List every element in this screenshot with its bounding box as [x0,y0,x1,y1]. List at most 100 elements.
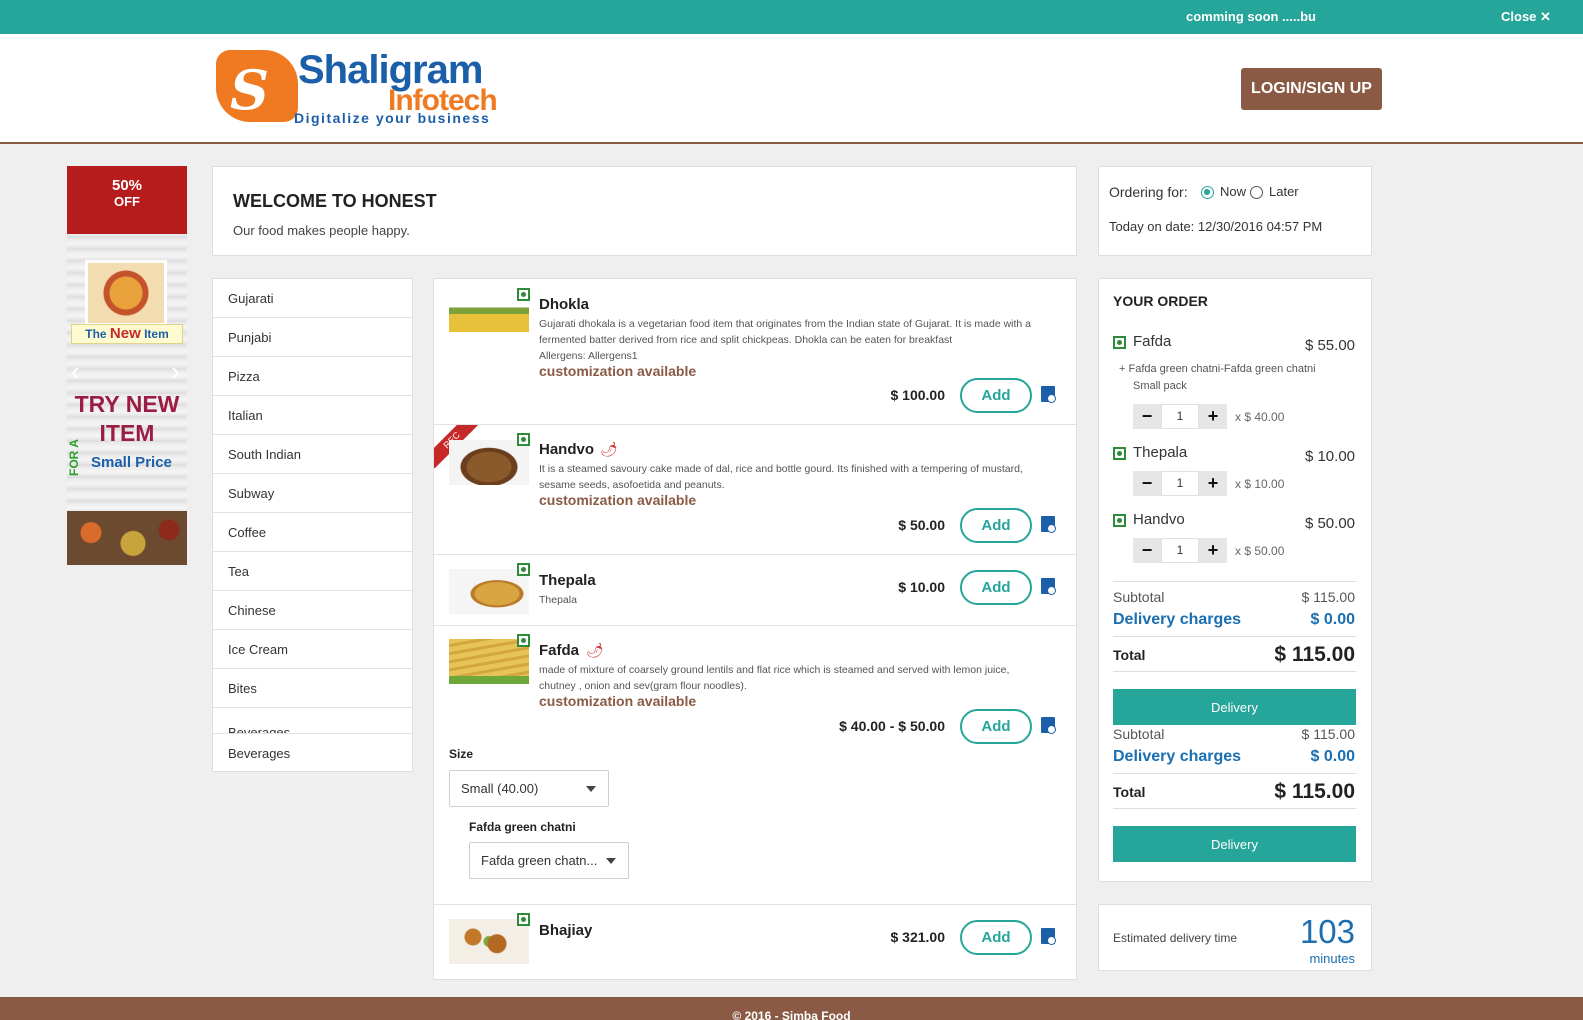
item-name: Dhokla [539,296,590,313]
decrease-quantity-button[interactable]: − [1133,404,1161,429]
item-allergens: Allergens: Allergens1 [539,350,638,362]
quantity-field[interactable]: 1 [1161,471,1199,496]
discount-ribbon: 50% OFF [67,166,187,234]
category-item[interactable]: Pizza [213,357,412,396]
item-description: made of mixture of coarsely ground lenti… [539,664,1010,692]
now-radio[interactable] [1201,186,1214,199]
food-bowls-image [67,511,187,565]
site-header: S Shaligram Infotech Digitalize your bus… [0,34,1583,144]
order-item-note: + Fafda green chatni-Fafda green chatni [1119,363,1316,375]
category-item[interactable]: Bites [213,669,412,708]
divider [1113,773,1356,774]
add-button[interactable]: Add [960,920,1032,955]
logo-tagline: Digitalize your business [294,110,491,126]
estimated-delivery-unit: minutes [1309,951,1355,966]
chatni-label: Fafda green chatni [469,820,576,834]
customization-note: customization available [539,363,697,379]
delivery-charges-value: $ 0.00 [1310,748,1355,765]
item-name: Fafda [539,642,580,659]
menu-item: Thepala Thepala $ 10.00 Add [434,555,1076,626]
add-button[interactable]: Add [960,508,1032,543]
category-item[interactable]: Coffee [213,513,412,552]
item-price: $ 10.00 [898,579,945,595]
menu-item: REC Handvo 🌶 It is a steamed savoury cak… [434,425,1076,555]
item-description: It is a steamed savoury cake made of dal… [539,463,1023,491]
restaurant-subtitle: Our food makes people happy. [233,223,410,238]
category-item[interactable]: Italian [213,396,412,435]
add-button[interactable]: Add [960,570,1032,605]
chevron-left-icon[interactable]: ‹ [71,356,80,387]
order-item-name: Thepala [1133,444,1188,461]
chevron-down-icon [606,858,616,864]
category-item[interactable]: Beverages [213,708,412,734]
increase-quantity-button[interactable]: + [1199,471,1227,496]
category-item[interactable]: South Indian [213,435,412,474]
add-button[interactable]: Add [960,378,1032,413]
order-item-price: $ 10.00 [1304,448,1355,465]
restaurant-title: WELCOME TO HONEST [233,191,437,211]
unit-price: x $ 50.00 [1235,544,1285,558]
order-date: Today on date: 12/30/2016 04:57 PM [1109,219,1323,234]
increase-quantity-button[interactable]: + [1199,538,1227,563]
unit-price: x $ 10.00 [1235,477,1285,491]
category-item[interactable]: Subway [213,474,412,513]
for-a-label: FOR A [67,439,81,477]
spicy-chili-icon: 🌶 [586,642,604,658]
promo-banner[interactable]: 50% OFF The New Item ‹ › TRY NEW ITEM FO… [67,166,187,565]
customization-note: customization available [539,693,697,709]
discount-off: OFF [114,194,140,209]
item-details-icon[interactable] [1041,578,1056,595]
divider [1113,671,1356,672]
total-label: Total [1113,647,1146,663]
size-select[interactable]: Small (40.00) [449,770,609,807]
menu-list: Dhokla Gujarati dhokala is a vegetarian … [433,278,1077,980]
delivery-charges-label: Delivery charges [1113,611,1242,628]
login-signup-button[interactable]: LOGIN/SIGN UP [1241,68,1382,110]
brand-logo[interactable]: S Shaligram Infotech Digitalize your bus… [216,48,506,128]
category-item[interactable]: Chinese [213,591,412,630]
category-item[interactable]: Beverages [213,734,412,773]
item-details-icon[interactable] [1041,516,1056,533]
category-item[interactable]: Punjabi [213,318,412,357]
decrease-quantity-button[interactable]: − [1133,471,1161,496]
close-announcement-button[interactable]: Close ✕ [1501,9,1551,25]
delivery-button[interactable]: Delivery [1113,826,1356,862]
chatni-select[interactable]: Fafda green chatn... [469,842,629,879]
divider [1113,636,1356,637]
veg-indicator-icon [1113,336,1126,349]
announcement-bar: comming soon .....bu Close ✕ [0,0,1583,34]
logo-mark-icon: S [216,50,298,122]
veg-indicator-icon [517,433,530,446]
chevron-right-icon[interactable]: › [171,356,180,387]
category-item[interactable]: Gujarati [213,279,412,318]
quantity-field[interactable]: 1 [1161,538,1199,563]
item-details-icon[interactable] [1041,928,1056,945]
order-item-size: Small pack [1133,380,1187,392]
customization-note: customization available [539,492,697,508]
item-price: $ 50.00 [898,517,945,533]
food-platter-image [85,260,167,326]
delivery-button[interactable]: Delivery [1113,689,1356,725]
category-item[interactable]: Tea [213,552,412,591]
item-details-icon[interactable] [1041,386,1056,403]
decrease-quantity-button[interactable]: − [1133,538,1161,563]
item-name: Handvo [539,441,595,458]
menu-item: Dhokla Gujarati dhokala is a vegetarian … [434,279,1076,425]
unit-price: x $ 40.00 [1235,410,1285,424]
category-item[interactable]: Ice Cream [213,630,412,669]
menu-item: Bhajiay $ 321.00 Add [434,905,1076,979]
site-footer: © 2016 - Simba Food [0,997,1583,1020]
veg-indicator-icon [517,288,530,301]
quantity-field[interactable]: 1 [1161,404,1199,429]
announcement-marquee: comming soon .....bu [1186,9,1316,24]
menu-item: Fafda 🌶 made of mixture of coarsely grou… [434,626,1076,905]
category-list: Gujarati Punjabi Pizza Italian South Ind… [212,278,413,772]
increase-quantity-button[interactable]: + [1199,404,1227,429]
item-details-icon[interactable] [1041,717,1056,734]
later-radio[interactable] [1250,186,1263,199]
copyright-text: © 2016 - Simba Food [732,1009,851,1020]
total-label: Total [1113,784,1146,800]
item-price: $ 321.00 [890,929,946,945]
total-value: $ 115.00 [1274,780,1355,803]
add-button[interactable]: Add [960,709,1032,744]
